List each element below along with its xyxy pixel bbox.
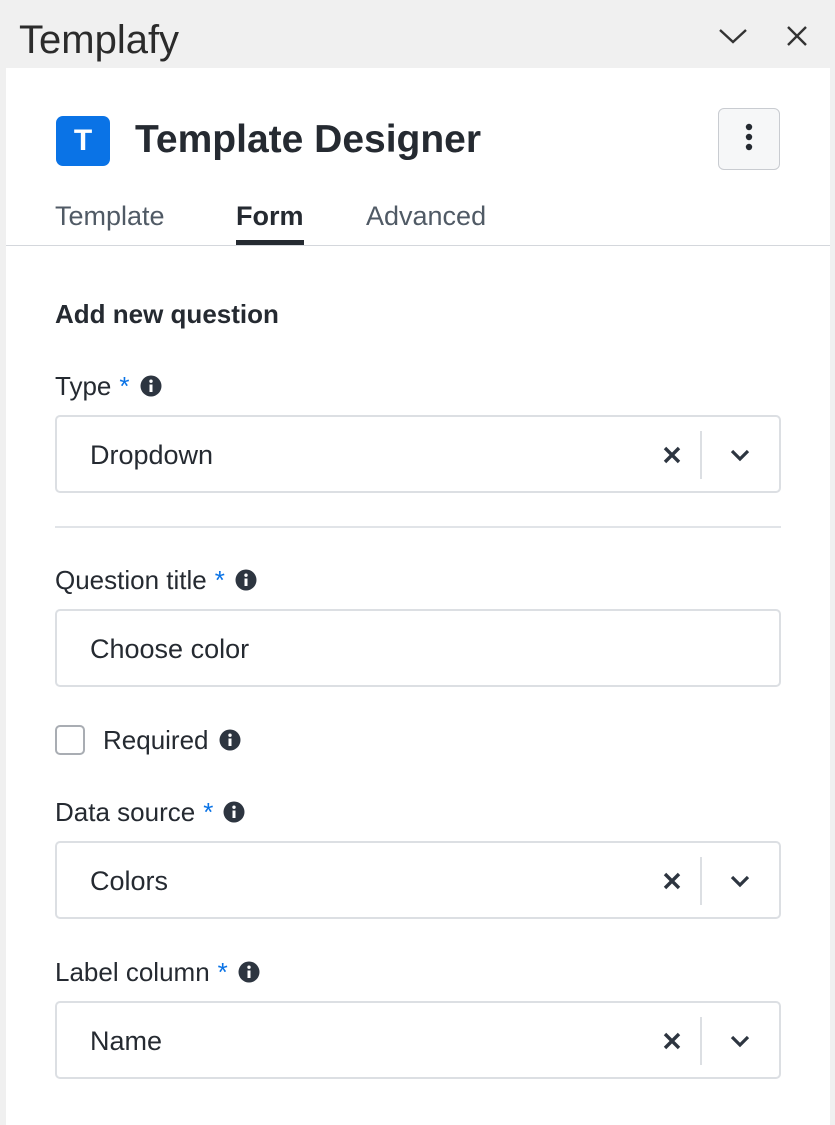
clear-icon[interactable] — [657, 440, 687, 470]
required-asterisk: * — [203, 797, 214, 827]
required-checkbox[interactable] — [55, 725, 85, 755]
data-source-label-text: Data source — [55, 797, 196, 827]
select-separator — [700, 1017, 702, 1065]
data-source-select-value: Colors — [90, 866, 169, 896]
info-icon[interactable] — [140, 375, 162, 397]
info-icon[interactable] — [219, 729, 241, 751]
required-row: Required — [55, 724, 241, 756]
data-source-label: Data source * — [55, 796, 245, 828]
divider — [55, 526, 781, 528]
question-title-value: Choose color — [90, 634, 250, 664]
close-button[interactable] — [779, 18, 815, 54]
app-title: Templafy — [19, 18, 180, 62]
clear-icon[interactable] — [657, 866, 687, 896]
chevron-down-icon[interactable] — [723, 866, 757, 896]
templafy-logo: T — [56, 116, 110, 166]
tab-template[interactable]: Template — [55, 200, 165, 240]
close-icon — [785, 24, 809, 48]
tab-bar: Template Form Advanced — [6, 190, 830, 246]
info-icon[interactable] — [238, 961, 260, 983]
page-title: Template Designer — [135, 118, 482, 161]
required-asterisk: * — [217, 957, 228, 987]
required-checkbox-label[interactable]: Required — [103, 724, 209, 756]
question-title-label-text: Question title — [55, 565, 207, 595]
info-icon[interactable] — [223, 801, 245, 823]
chevron-down-icon — [718, 27, 748, 45]
label-column-label-text: Label column — [55, 957, 210, 987]
tab-form[interactable]: Form — [236, 200, 304, 245]
select-separator — [700, 431, 702, 479]
label-column-label: Label column * — [55, 956, 260, 988]
required-asterisk: * — [214, 565, 225, 595]
required-asterisk: * — [119, 371, 130, 401]
title-bar: Templafy — [0, 0, 835, 68]
more-vertical-icon — [745, 123, 753, 156]
question-title-input[interactable]: Choose color — [55, 609, 781, 687]
data-source-select[interactable]: Colors — [55, 841, 781, 919]
minimize-button[interactable] — [715, 18, 751, 54]
chevron-down-icon[interactable] — [723, 1026, 757, 1056]
question-title-label: Question title * — [55, 564, 257, 596]
tab-advanced[interactable]: Advanced — [366, 200, 486, 240]
select-separator — [700, 857, 702, 905]
type-label-text: Type — [55, 371, 112, 401]
label-column-select-value: Name — [90, 1026, 163, 1056]
type-select[interactable]: Dropdown — [55, 415, 781, 493]
label-column-select[interactable]: Name — [55, 1001, 781, 1079]
type-label: Type * — [55, 370, 162, 402]
clear-icon[interactable] — [657, 1026, 687, 1056]
type-select-value: Dropdown — [90, 440, 214, 470]
logo-letter: T — [73, 124, 93, 157]
info-icon[interactable] — [235, 569, 257, 591]
chevron-down-icon[interactable] — [723, 440, 757, 470]
more-options-button[interactable] — [718, 108, 780, 170]
section-heading: Add new question — [55, 299, 279, 329]
